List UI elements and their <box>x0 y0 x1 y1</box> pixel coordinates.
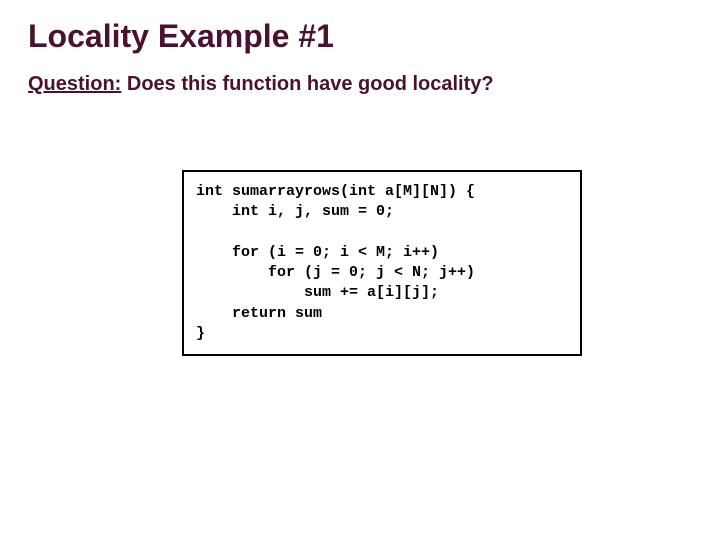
question-line: Question: Does this function have good l… <box>28 73 692 96</box>
code-block: int sumarrayrows(int a[M][N]) { int i, j… <box>182 170 582 356</box>
question-text: Does this function have good locality? <box>121 73 493 95</box>
slide-title: Locality Example #1 <box>28 18 692 55</box>
slide: Locality Example #1 Question: Does this … <box>0 0 720 540</box>
question-label: Question: <box>28 73 121 95</box>
